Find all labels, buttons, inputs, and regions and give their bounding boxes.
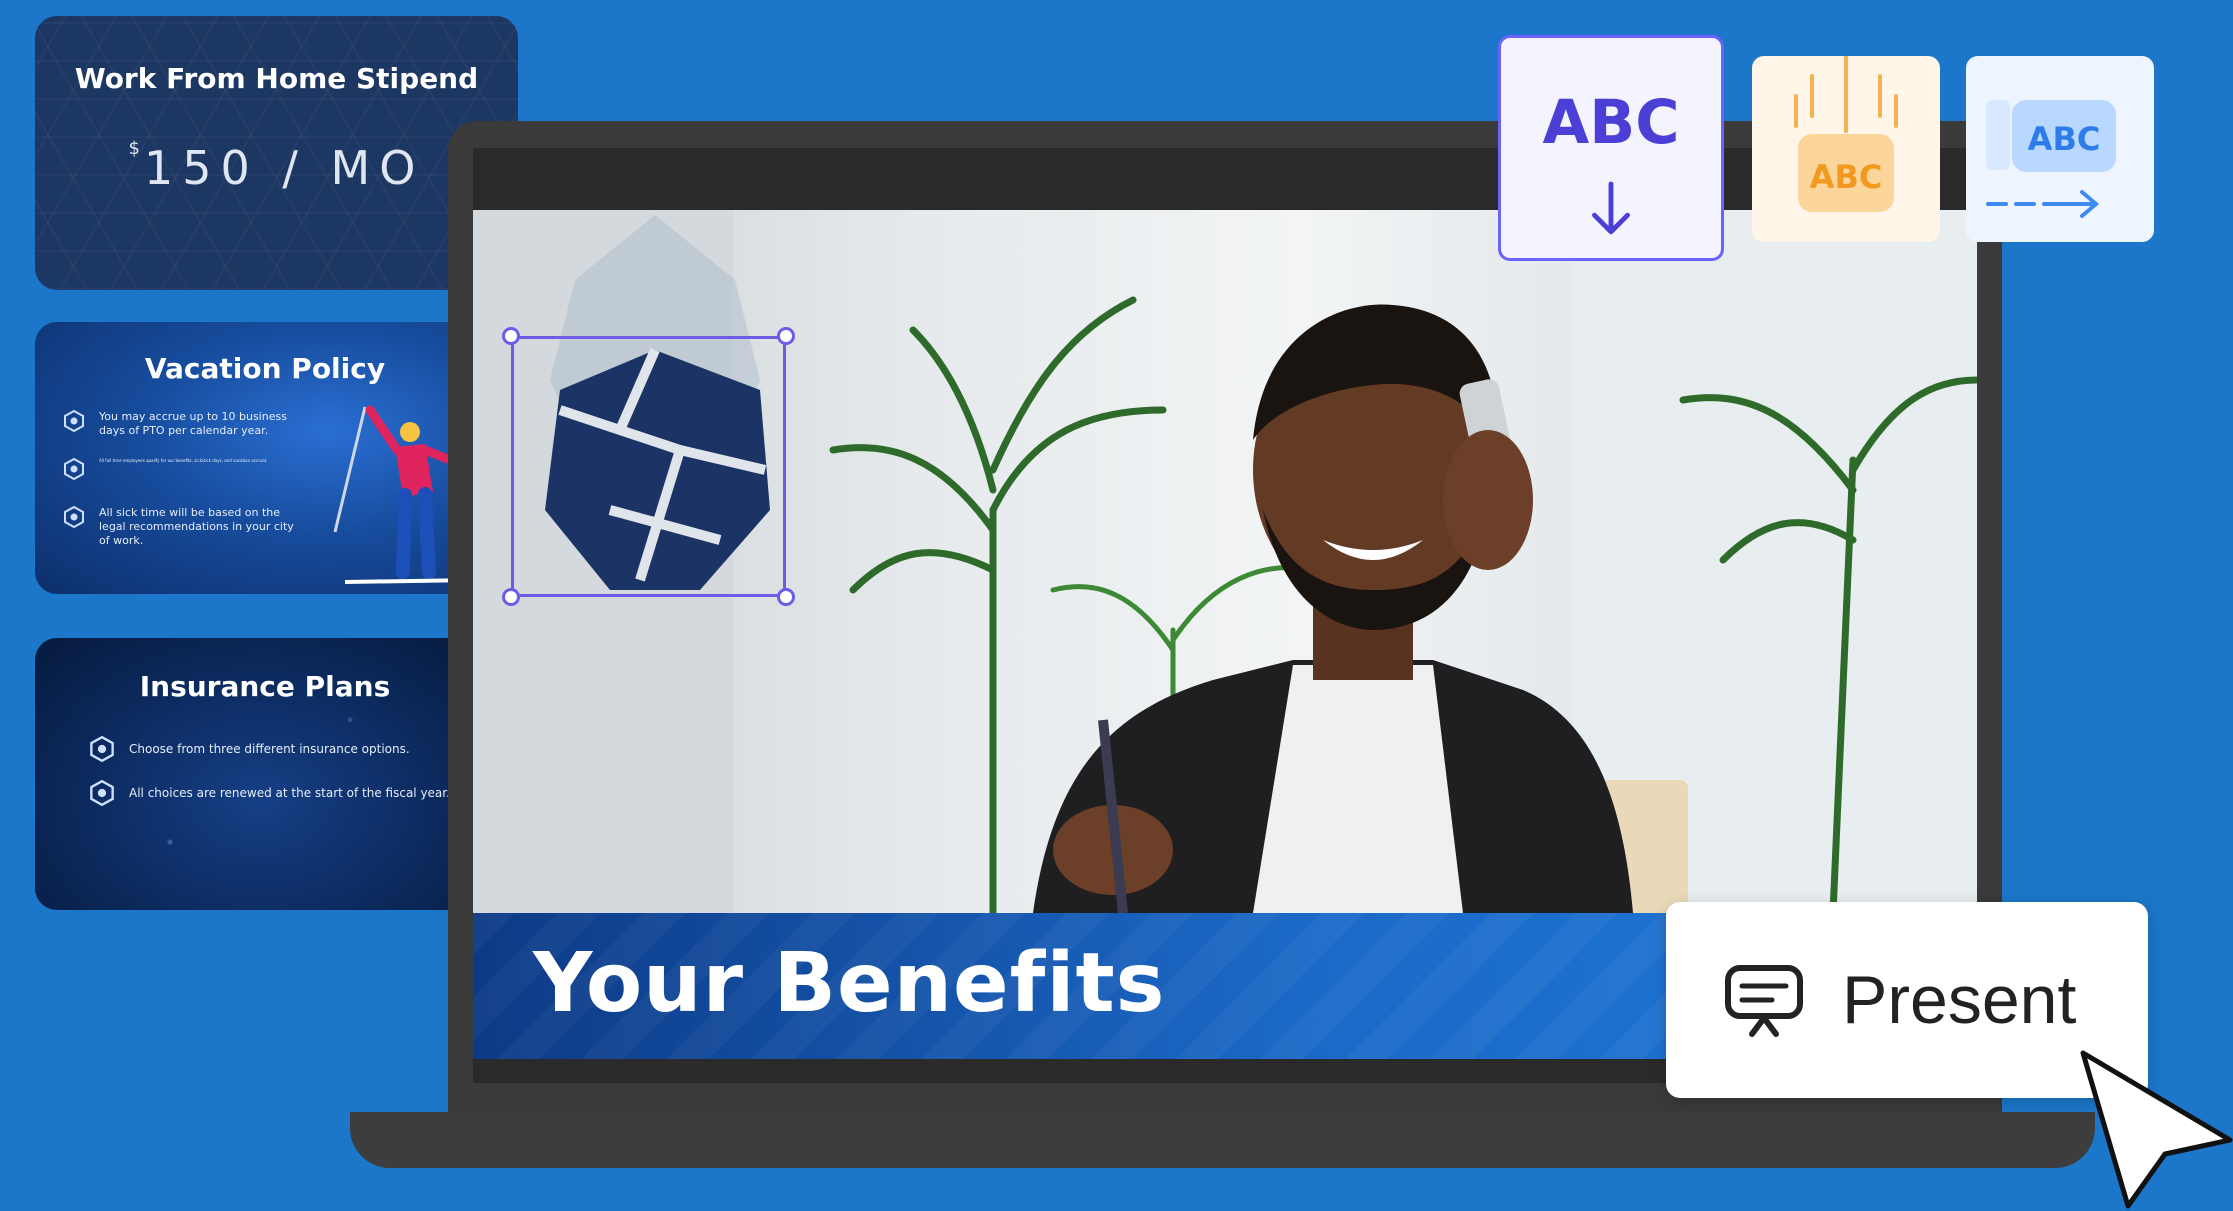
hexagon-bullet-icon (64, 410, 84, 432)
thumbnail-title: Vacation Policy (144, 352, 386, 385)
hexagon-bullet-icon (64, 458, 84, 480)
drop-in-icon: ABC (1794, 56, 1898, 212)
animation-drop-in[interactable]: ABC (1752, 56, 1940, 242)
mouse-cursor-icon (2080, 1050, 2233, 1209)
hexagon-bullet-icon (64, 506, 84, 528)
svg-text:ABC: ABC (1810, 158, 1883, 196)
svg-text:ABC: ABC (1543, 88, 1680, 158)
resize-handle-top-right[interactable] (777, 327, 795, 345)
slide-thumbnail-stipend[interactable]: Work From Home Stipend $150 / MO (35, 16, 518, 290)
hexagon-bullet-icon (90, 736, 114, 762)
laptop-base (350, 1112, 2095, 1168)
arrow-down-icon: ABC (1543, 88, 1680, 235)
resize-handle-bottom-right[interactable] (777, 588, 795, 606)
hexagon-bullet-icon (90, 780, 114, 806)
list-item: All sick time will be based on the legal… (63, 506, 303, 548)
svg-text:ABC: ABC (2028, 120, 2101, 158)
present-button[interactable]: Present (1666, 902, 2148, 1098)
present-icon (1725, 965, 1803, 1037)
slide-thumbnail-vacation[interactable]: Vacation Policy You may accrue up to 10 … (35, 322, 485, 594)
stipend-amount: $150 / MO (128, 138, 425, 195)
slide-thumbnail-insurance[interactable]: Insurance Plans Choose from three differ… (35, 638, 485, 910)
thumbnail-title: Insurance Plans (139, 670, 391, 703)
animation-fly-in-down[interactable]: ABC (1498, 35, 1724, 261)
slide-title[interactable]: Your Benefits (533, 936, 1165, 1031)
list-item: All full time employees qualify for our … (63, 458, 303, 480)
resize-handle-top-left[interactable] (502, 327, 520, 345)
present-button-label: Present (1842, 962, 2077, 1038)
list-item: You may accrue up to 10 business days of… (63, 410, 303, 438)
list-item: Choose from three different insurance op… (89, 736, 469, 762)
animation-slide-in-right[interactable]: ABC (1966, 56, 2154, 242)
logo-selection-box[interactable] (511, 336, 786, 597)
list-item: All choices are renewed at the start of … (89, 780, 469, 806)
slide-right-icon: ABC (1986, 100, 2116, 218)
resize-handle-bottom-left[interactable] (502, 588, 520, 606)
thumbnail-title: Work From Home Stipend (74, 62, 479, 95)
